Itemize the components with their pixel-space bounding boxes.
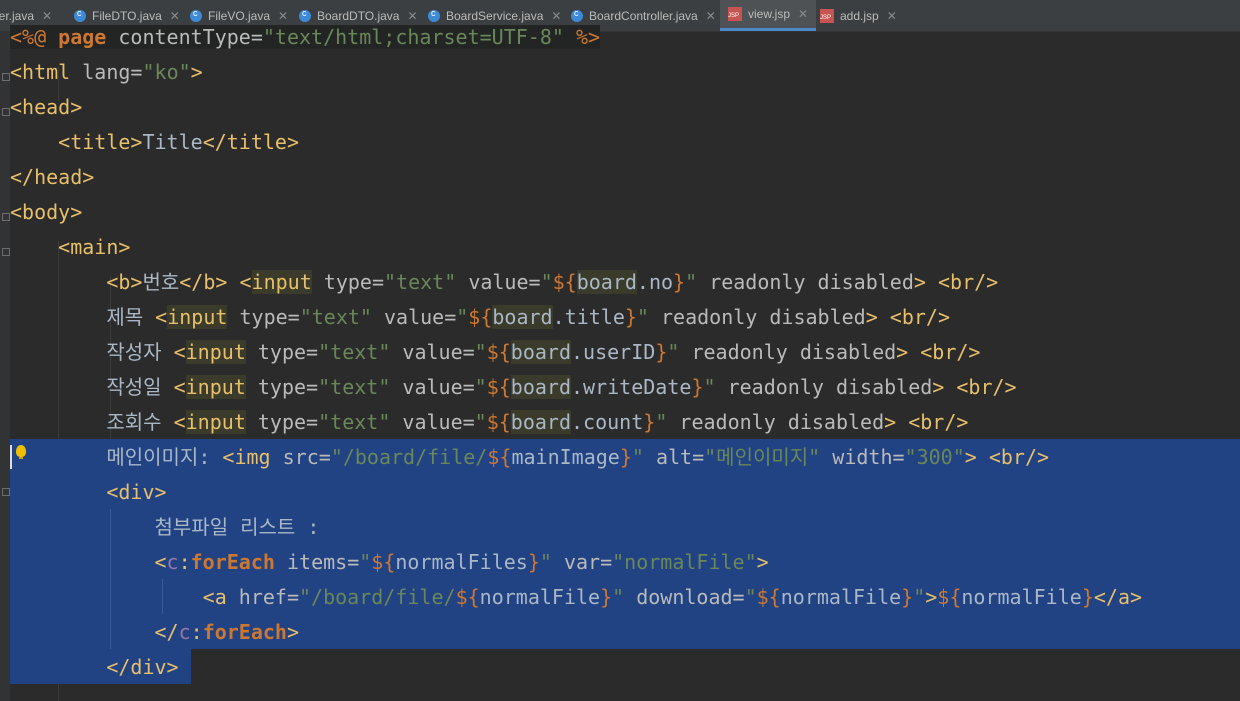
- tab-view-jsp[interactable]: view.jsp ✕: [720, 0, 817, 31]
- code-line-18: </c:forEach>: [154, 620, 300, 644]
- code-line-2: <html lang="ko">: [10, 60, 203, 84]
- fold-marker-icon[interactable]: [2, 108, 10, 116]
- close-icon[interactable]: ✕: [887, 9, 897, 23]
- code-line-12: 조회수 <input type="text" value="${board.co…: [10, 410, 969, 434]
- tab-add-jsp[interactable]: add.jsp ✕: [820, 0, 897, 31]
- code-line-1: <%@ page contentType="text/html;charset=…: [10, 25, 601, 49]
- code-line-4: <title>Title</title>: [58, 130, 300, 154]
- fold-marker-icon[interactable]: [2, 488, 10, 496]
- code-line-6: <body>: [10, 200, 83, 224]
- fold-marker-icon[interactable]: [2, 73, 10, 81]
- code-line-3: <head>: [10, 95, 83, 119]
- code-line-9: 제목 <input type="text" value="${board.tit…: [10, 305, 951, 329]
- code-line-13: 메인이미지: <img src="/board/file/${mainImage…: [10, 445, 1050, 469]
- tab-label: view.jsp: [748, 7, 791, 21]
- code-editor[interactable]: <%@ page contentType="text/html;charset=…: [0, 25, 1240, 701]
- jsp-file-icon: [728, 7, 742, 21]
- code-line-17: <a href="/board/file/${normalFile}" down…: [202, 585, 1143, 609]
- tab-label: add.jsp: [840, 8, 879, 23]
- lightbulb-icon[interactable]: [16, 445, 26, 459]
- tab-label: BoardController.java: [589, 8, 698, 23]
- text-caret: [10, 445, 12, 469]
- fold-marker-icon[interactable]: [2, 248, 10, 256]
- code-line-11: 작성일 <input type="text" value="${board.wr…: [10, 375, 1017, 399]
- code-line-5: </head>: [10, 165, 95, 189]
- code-line-8: <b>번호</b> <input type="text" value="${bo…: [106, 270, 999, 294]
- close-icon[interactable]: ✕: [706, 9, 716, 23]
- code-line-10: 작성자 <input type="text" value="${board.us…: [10, 340, 981, 364]
- fold-marker-icon[interactable]: [2, 213, 10, 221]
- close-icon[interactable]: ✕: [798, 7, 808, 21]
- editor-gutter: [0, 31, 10, 701]
- jsp-file-icon: [820, 8, 834, 23]
- code-line-16: <c:forEach items="${normalFiles}" var="n…: [154, 550, 769, 574]
- code-line-15: 첨부파일 리스트 :: [10, 515, 320, 539]
- code-line-7: <main>: [58, 235, 131, 259]
- code-line-14: <div>: [106, 480, 167, 504]
- code-line-19: </div>: [106, 655, 179, 679]
